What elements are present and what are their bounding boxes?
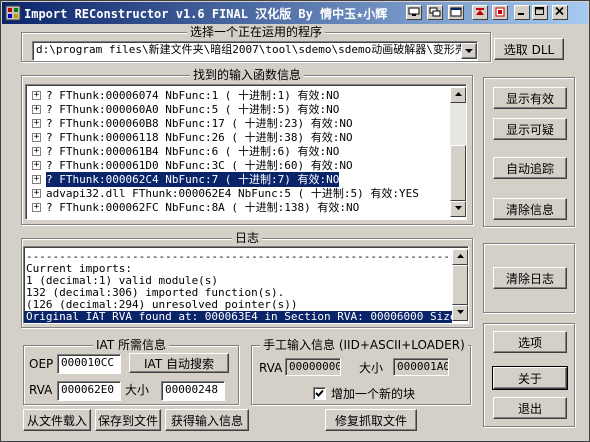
expand-icon[interactable]: + — [32, 119, 41, 128]
iat-rva-label: RVA — [29, 383, 53, 397]
log-group-title: 日志 — [231, 231, 262, 245]
main-window: Import REConstructor v1.6 FINAL 汉化版 By 情… — [0, 0, 590, 442]
oep-field[interactable]: 000010CC — [57, 354, 121, 374]
manual-rva-label: RVA — [259, 361, 283, 375]
log-scroll-up-button[interactable] — [452, 249, 468, 265]
log-line: Original IAT RVA found at: 000063E4 in S… — [24, 310, 469, 323]
fix-dump-button[interactable]: 修复抓取文件 — [325, 409, 417, 431]
add-section-label[interactable]: 增加一个新的块 — [331, 387, 415, 401]
get-imports-button[interactable]: 获得输入信息 — [165, 409, 249, 431]
checkmark-icon — [315, 389, 324, 397]
add-section-checkbox[interactable] — [313, 387, 326, 400]
scroll-thumb[interactable] — [450, 145, 466, 201]
imports-group-title: 找到的输入函数信息 — [189, 68, 304, 82]
arrow-down-icon — [454, 206, 462, 210]
close-icon[interactable] — [552, 5, 568, 20]
expand-icon[interactable]: + — [32, 175, 41, 184]
import-row-text: advapi32.dll FThunk:000062E4 NbFunc:5 ( … — [46, 187, 419, 200]
minimize-icon[interactable] — [514, 5, 530, 20]
iat-group-title: IAT 所需信息 — [93, 338, 169, 352]
save-tree-button[interactable]: 保存到文件 — [95, 409, 161, 431]
process-select-value: d:\program files\新建文件夹\暗组2007\tool\sdemo… — [36, 43, 473, 56]
exit-button[interactable]: 退出 — [493, 397, 567, 419]
import-row-text: ? FThunk:000060A0 NbFunc:5 ( 十进制:5) 有效:N… — [46, 103, 340, 116]
expand-icon[interactable]: + — [32, 161, 41, 170]
expand-icon[interactable]: + — [32, 133, 41, 142]
iat-size-field[interactable]: 00000248 — [161, 381, 225, 401]
clear-log-button[interactable]: 清除日志 — [493, 267, 567, 289]
import-row-text: ? FThunk:000062C4 NbFunc:7 ( 十进制:7) 有效:N… — [44, 171, 341, 188]
show-valid-button[interactable]: 显示有效 — [493, 87, 567, 109]
imports-tree[interactable]: + ? FThunk:00006074 NbFunc:1 ( 十进制:1) 有效:… — [25, 84, 467, 220]
oep-label: OEP — [29, 357, 54, 371]
import-row-text: ? FThunk:000060B8 NbFunc:17 ( 十进制:23) 有效… — [46, 117, 353, 130]
chevron-down-icon — [465, 48, 473, 53]
expand-icon[interactable]: + — [32, 91, 41, 100]
load-tree-button[interactable]: 从文件载入 — [23, 409, 91, 431]
scroll-down-button[interactable] — [450, 201, 466, 217]
arrow-up-icon — [454, 92, 462, 96]
title-bar[interactable]: Import REConstructor v1.6 FINAL 汉化版 By 情… — [2, 2, 588, 24]
auto-trace-button[interactable]: 自动追踪 — [493, 157, 567, 179]
maximize-icon[interactable] — [532, 5, 548, 20]
import-row-text: ? FThunk:000061D0 NbFunc:3C ( 十进制:60) 有效… — [46, 159, 353, 172]
process-select[interactable]: d:\program files\新建文件夹\暗组2007\tool\sdemo… — [32, 41, 478, 61]
arrow-down-icon — [456, 310, 464, 314]
options-button[interactable]: 选项 — [493, 331, 567, 353]
scroll-up-button[interactable] — [450, 87, 466, 103]
clear-info-button[interactable]: 清除信息 — [493, 198, 567, 220]
imports-scrollbar[interactable] — [450, 87, 466, 217]
manual-rva-field[interactable]: 00000000 — [285, 358, 341, 376]
iat-autosearch-button[interactable]: IAT 自动搜索 — [129, 353, 229, 373]
log-scrollbar[interactable] — [452, 249, 468, 321]
stay-on-top-icon[interactable] — [492, 5, 508, 20]
arrow-up-icon — [456, 254, 464, 258]
iat-rva-field[interactable]: 000062E0 — [57, 381, 121, 401]
manual-size-field[interactable]: 000001A0 — [393, 358, 449, 376]
import-row-text: ? FThunk:000061B4 NbFunc:6 ( 十进制:6) 有效:N… — [46, 145, 340, 158]
app-icon — [5, 5, 21, 21]
log-box[interactable]: ----------------------------------------… — [23, 246, 469, 324]
window-title: Import REConstructor v1.6 FINAL 汉化版 By 情… — [24, 7, 388, 21]
about-button[interactable]: 关于 — [492, 366, 568, 390]
expand-icon[interactable]: + — [32, 203, 41, 212]
process-dropdown-button[interactable] — [461, 43, 477, 59]
import-row-text: ? FThunk:00006118 NbFunc:26 ( 十进制:38) 有效… — [46, 131, 353, 144]
manual-size-label: 大小 — [359, 361, 384, 375]
pin-icon[interactable] — [427, 5, 443, 20]
process-group: 选择一个正在运用的程序 d:\program files\新建文件夹\暗组200… — [21, 25, 491, 62]
expand-icon[interactable]: + — [32, 105, 41, 114]
log-scroll-thumb[interactable] — [452, 265, 468, 305]
pick-dll-button[interactable]: 选取 DLL — [494, 38, 564, 60]
window-list-icon[interactable] — [448, 5, 464, 20]
expand-icon[interactable]: + — [32, 189, 41, 198]
process-group-title: 选择一个正在运用的程序 — [186, 25, 325, 39]
import-row-text: ? FThunk:00006074 NbFunc:1 ( 十进制:1) 有效:N… — [46, 89, 340, 102]
iat-size-label: 大小 — [125, 383, 150, 397]
log-scroll-down-button[interactable] — [452, 305, 468, 321]
tray-icon[interactable] — [406, 5, 422, 20]
roll-up-icon[interactable] — [472, 5, 488, 20]
expand-icon[interactable]: + — [32, 147, 41, 156]
manual-group-title: 手工输入信息 (IID+ASCII+LOADER) — [260, 338, 468, 352]
import-row-text: ? FThunk:000062FC NbFunc:8A ( 十进制:138) 有… — [46, 201, 360, 214]
show-suspect-button[interactable]: 显示可疑 — [493, 118, 567, 140]
